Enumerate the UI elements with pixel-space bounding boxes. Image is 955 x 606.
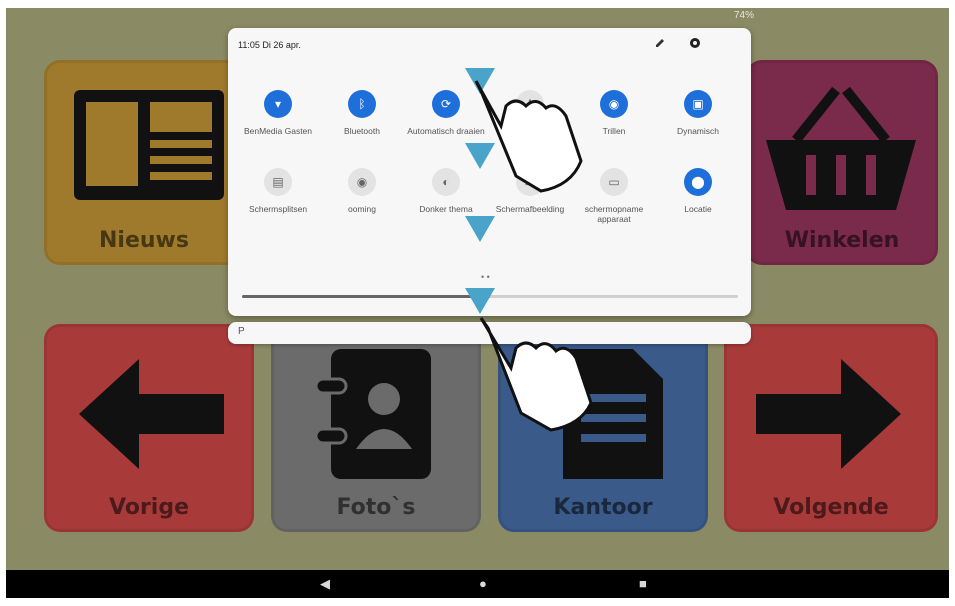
quick-tile-label: Schermsplitsen [248, 204, 308, 214]
back-button[interactable]: ◀ [320, 576, 330, 592]
quick-tile-label: Schermafbeelding [495, 204, 565, 214]
newspaper-icon [74, 90, 224, 200]
quick-tile-glyph: ◉ [356, 175, 368, 189]
navigation-bar: ◀ ● ■ [6, 570, 949, 598]
status-bar: 74% [6, 8, 949, 26]
home-screen: 74% Nieuws Winkelen Vorige Foto`s Kantoo… [6, 8, 949, 598]
quick-tile-label: Dynamisch [676, 126, 720, 136]
tile-volgende[interactable]: Volgende [724, 324, 938, 532]
quick-tile[interactable]: ⬤ Locatie [656, 168, 740, 214]
panel-time: 11:05 Di 26 apr. [238, 40, 301, 50]
quick-tile-glyph: ▭ [608, 175, 620, 189]
basket-icon [766, 86, 916, 210]
arrow-right-icon [756, 359, 901, 469]
bluetooth-icon: ᛒ [348, 90, 376, 118]
screen-record-icon: ▭ [600, 168, 628, 196]
quick-tile-glyph: ▾ [274, 97, 282, 111]
quick-tile-glyph: ▤ [272, 175, 284, 189]
quick-tile[interactable]: ᛒ Bluetooth [320, 90, 404, 136]
tile-label: Nieuws [99, 228, 189, 253]
tile-label: Vorige [109, 495, 189, 520]
search-placeholder: P [238, 326, 245, 337]
quick-tile-glyph: ⟳ [440, 97, 452, 111]
quick-tile-glyph: ◐ [442, 175, 450, 189]
quick-tile-label: ooming [348, 204, 376, 214]
tile-fotos[interactable]: Foto`s [271, 324, 481, 532]
dark-theme-icon: ◐ [432, 168, 460, 196]
arrow-left-icon [79, 359, 224, 469]
quick-tile-glyph: ⬤ [691, 175, 705, 189]
tile-winkelen[interactable]: Winkelen [746, 60, 938, 265]
quick-tile[interactable]: ▤ Schermsplitsen [236, 168, 320, 214]
quick-tile-glyph: ▣ [692, 97, 704, 111]
vibrate-icon: ◉ [600, 90, 628, 118]
split-screen-icon: ▤ [264, 168, 292, 196]
home-button[interactable]: ● [479, 576, 487, 592]
edit-icon[interactable] [653, 36, 667, 50]
tile-label: Kantoor [553, 495, 653, 520]
quick-tile-label: Donker thema [419, 204, 473, 214]
eye-comfort-icon: ◉ [348, 168, 376, 196]
quick-tile[interactable]: ▾ BenMedia Gasten [236, 90, 320, 136]
tile-vorige[interactable]: Vorige [44, 324, 254, 532]
dynamic-icon: ▣ [684, 90, 712, 118]
quick-tile-glyph: ᛒ [358, 97, 366, 111]
quick-tile-glyph: ◉ [608, 97, 620, 111]
rotate-icon: ⟳ [432, 90, 460, 118]
wifi-icon: ▾ [264, 90, 292, 118]
location-icon: ⬤ [684, 168, 712, 196]
quick-tile[interactable]: ▣ Dynamisch [656, 90, 740, 136]
expand-handle[interactable]: • • [481, 272, 490, 282]
quick-tile-label: schermopname apparaat [584, 204, 644, 224]
tile-nieuws[interactable]: Nieuws [44, 60, 244, 265]
hand-pointer-icon [474, 80, 583, 193]
contact-book-icon [314, 349, 431, 479]
hand-pointer-icon [479, 317, 593, 432]
gear-icon[interactable] [688, 36, 702, 50]
quick-tile-label: BenMedia Gasten [243, 126, 313, 136]
swipe-indicator-3 [465, 216, 495, 242]
quick-tile-label: Locatie [684, 204, 712, 214]
tile-label: Volgende [773, 495, 889, 520]
quick-tile-label: Bluetooth [344, 126, 380, 136]
brightness-fill [242, 295, 490, 298]
quick-tile[interactable]: ◉ ooming [320, 168, 404, 214]
tile-label: Winkelen [784, 228, 900, 253]
tile-label: Foto`s [336, 495, 416, 520]
recents-button[interactable]: ■ [639, 576, 647, 592]
battery-level: 74% [733, 10, 754, 21]
